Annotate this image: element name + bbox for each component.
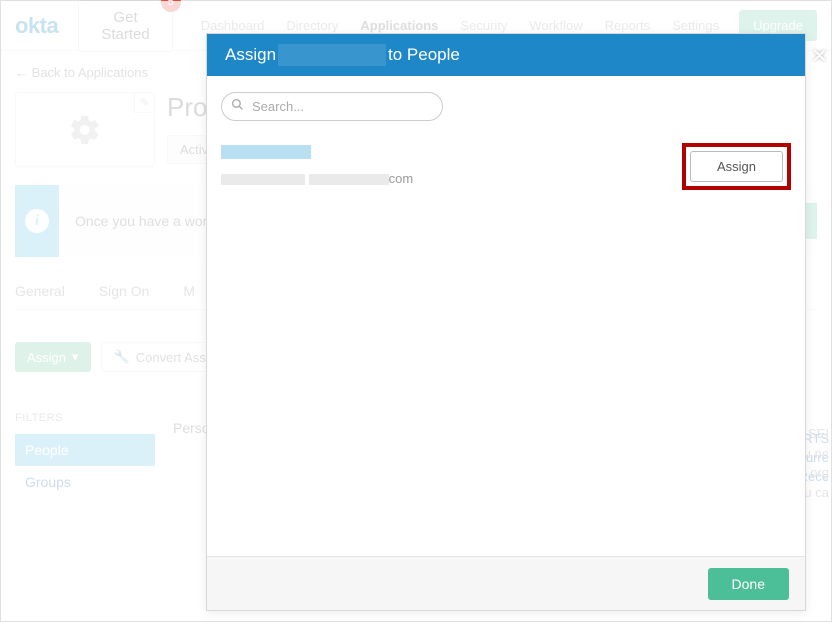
email-redacted-2: [309, 174, 389, 185]
modal-footer: Done: [207, 556, 805, 610]
search-icon: [231, 98, 244, 114]
person-info: com: [221, 145, 682, 188]
modal-body-spacer: [207, 200, 805, 556]
done-button[interactable]: Done: [708, 568, 789, 600]
person-row: com Assign: [207, 133, 805, 200]
close-icon[interactable]: ×: [812, 40, 827, 71]
email-suffix: com: [389, 171, 414, 186]
modal-search-row: [207, 76, 805, 133]
modal-title-redacted: [278, 44, 386, 66]
assign-highlight: Assign: [682, 143, 791, 190]
search-input[interactable]: [221, 92, 443, 121]
assign-person-button[interactable]: Assign: [690, 151, 783, 182]
search-wrap: [221, 92, 443, 121]
modal-title-prefix: Assign: [225, 45, 276, 65]
person-email: com: [221, 171, 413, 186]
person-name-redacted: [221, 145, 311, 159]
modal-title-suffix: to People: [388, 45, 460, 65]
modal-header: Assign to People: [207, 34, 805, 76]
assign-people-modal: × Assign to People com Assign Done: [206, 33, 806, 611]
email-redacted-1: [221, 174, 305, 185]
